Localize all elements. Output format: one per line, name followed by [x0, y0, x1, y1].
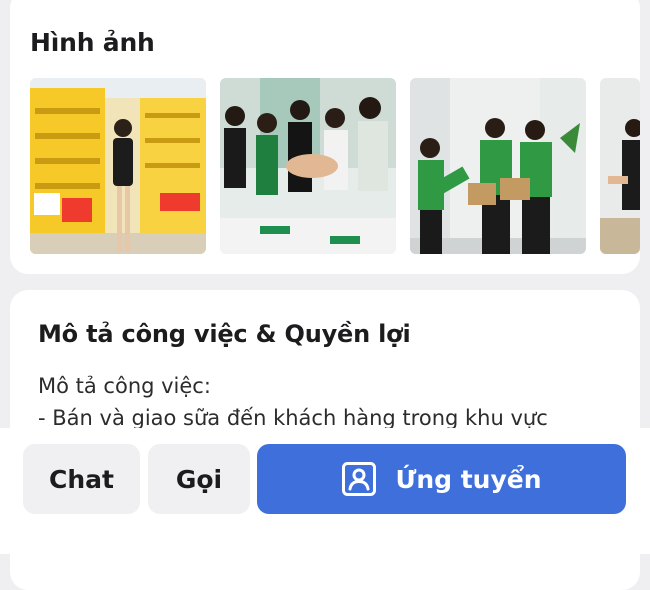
gallery-photo[interactable]: [600, 78, 640, 254]
apply-button-label: Ứng tuyển: [395, 464, 542, 494]
gallery-photo[interactable]: [220, 78, 396, 254]
team-hands-together-photo: [220, 78, 396, 254]
images-card: Hình ảnh: [10, 0, 640, 274]
gallery-photo[interactable]: [30, 78, 206, 254]
bottom-action-bar: Chat Gọi Ứng tuyển: [0, 428, 650, 554]
images-section-title: Hình ảnh: [30, 28, 155, 57]
staff-with-boxes-photo: [410, 78, 586, 254]
gallery-photo[interactable]: [410, 78, 586, 254]
photo-gallery[interactable]: [30, 78, 640, 254]
call-button[interactable]: Gọi: [148, 444, 250, 514]
job-description-line: - Bán và giao sữa đến khách hàng trong k…: [38, 406, 548, 430]
job-description-heading: Mô tả công việc:: [38, 374, 211, 398]
chat-button[interactable]: Chat: [23, 444, 140, 514]
staff-partial-photo: [600, 78, 640, 254]
profile-card-icon: [342, 462, 377, 496]
apply-button[interactable]: Ứng tuyển: [257, 444, 626, 514]
store-interior-photo: [30, 78, 206, 254]
job-description-title: Mô tả công việc & Quyền lợi: [38, 320, 411, 348]
